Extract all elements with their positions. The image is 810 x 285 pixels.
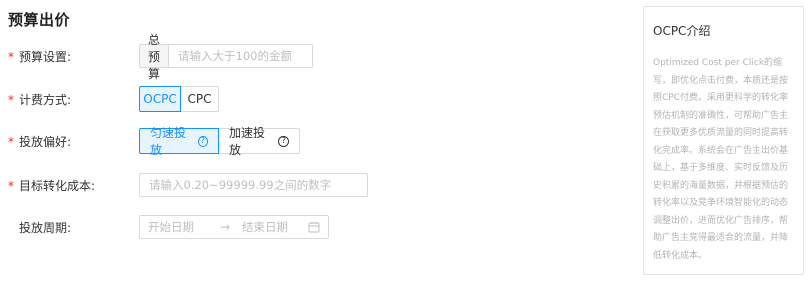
billing-label: * 计费方式: <box>8 91 128 108</box>
required-mark: * <box>8 49 14 64</box>
target-cost-input[interactable] <box>139 173 368 197</box>
budget-input-group: 总预算 <box>139 33 314 81</box>
budget-type-addon[interactable]: 总预算 <box>139 33 169 81</box>
target-cost-label: * 目标转化成本: <box>8 177 128 194</box>
required-mark: * <box>8 134 14 149</box>
delivery-options: 匀速投放 ? 加速投放 ? <box>139 126 300 157</box>
arrow-right-icon: → <box>220 220 231 234</box>
billing-label-text: 计费方式: <box>19 92 72 107</box>
budget-label-text: 预算设置: <box>19 49 72 64</box>
budget-label: * 预算设置: <box>8 48 128 65</box>
billing-option-ocpc[interactable]: OCPC <box>139 86 181 112</box>
ocpc-info-panel: OCPC介绍 Optimized Cost per Click的缩写，即优化点击… <box>643 6 804 275</box>
calendar-icon <box>308 222 320 233</box>
delivery-option-accelerated-label: 加速投放 <box>229 126 266 157</box>
delivery-option-accelerated[interactable]: 加速投放 ? <box>219 126 300 157</box>
info-panel-title: OCPC介绍 <box>653 24 711 38</box>
delivery-label-text: 投放偏好: <box>19 134 72 149</box>
required-mark: * <box>8 92 14 107</box>
period-label: 投放周期: <box>19 220 72 235</box>
help-icon[interactable]: ? <box>278 135 289 147</box>
billing-option-cpc[interactable]: CPC <box>181 86 219 112</box>
delivery-option-even[interactable]: 匀速投放 ? <box>139 126 219 157</box>
help-icon[interactable]: ? <box>197 135 208 147</box>
delivery-option-even-label: 匀速投放 <box>150 126 187 157</box>
date-range-picker[interactable]: 开始日期 → 结束日期 <box>139 215 329 239</box>
delivery-label: * 投放偏好: <box>8 133 128 150</box>
target-cost-label-text: 目标转化成本: <box>19 178 96 193</box>
budget-input[interactable] <box>168 44 314 68</box>
section-title: 预算出价 <box>8 11 71 29</box>
required-mark: * <box>8 178 14 193</box>
start-date-input[interactable]: 开始日期 <box>148 219 220 235</box>
billing-options: OCPC CPC <box>139 86 219 112</box>
budget-bid-page: 预算出价 * 预算设置: 总预算 * 计费方式: OCPC CPC * 投放偏好: 匀… <box>0 0 810 285</box>
end-date-input[interactable]: 结束日期 <box>242 219 308 235</box>
info-panel-body: Optimized Cost per Click的缩写，即优化点击付费，本质还是… <box>653 58 789 261</box>
